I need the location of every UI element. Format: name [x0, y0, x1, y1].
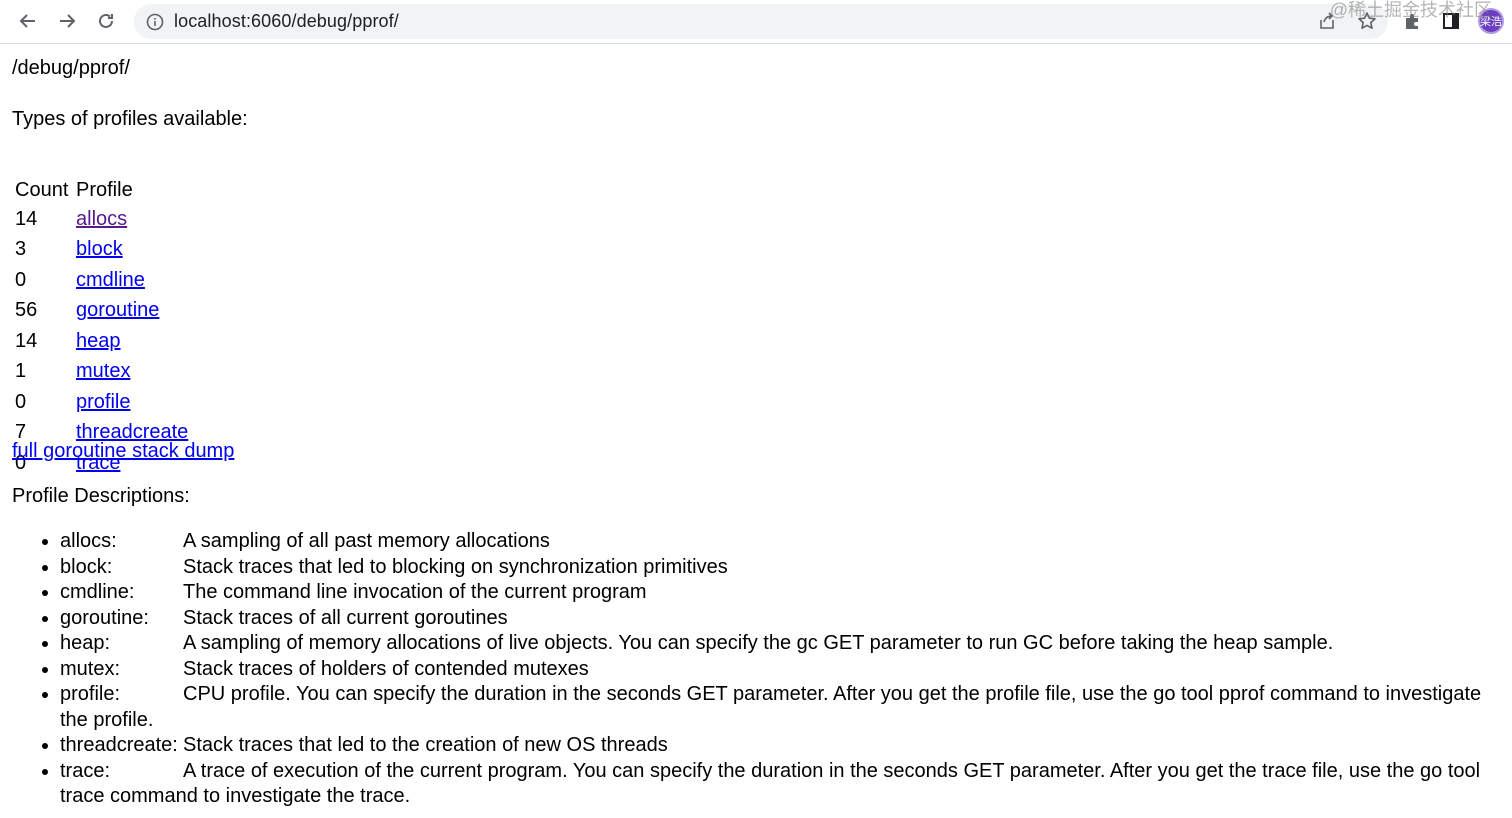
profile-link-cmdline[interactable]: cmdline: [76, 269, 145, 291]
list-item: cmdline: The command line invocation of t…: [60, 580, 1510, 606]
table-row: 0 cmdline: [12, 265, 191, 296]
profile-link-block[interactable]: block: [76, 238, 123, 260]
back-button[interactable]: [14, 7, 42, 35]
arrow-left-icon: [19, 14, 35, 28]
profile-count: 0: [15, 268, 27, 291]
description-text: A sampling of memory allocations of live…: [183, 632, 1334, 654]
browser-toolbar: localhost:6060/debug/pprof/ 梁浩: [0, 0, 1512, 44]
table-row: 1 mutex: [12, 357, 191, 388]
description-term: allocs:: [60, 530, 117, 552]
profile-link-profile[interactable]: profile: [76, 391, 130, 413]
list-item: heap: A sampling of memory allocations of…: [60, 631, 1510, 657]
profile-count: 14: [15, 207, 38, 230]
table-row: 3 block: [12, 235, 191, 266]
reload-button[interactable]: [92, 7, 120, 35]
description-text: A trace of execution of the current prog…: [60, 759, 1481, 808]
description-text: CPU profile. You can specify the duratio…: [60, 683, 1482, 731]
description-text: Stack traces that led to the creation of…: [183, 734, 668, 756]
description-term: mutex:: [60, 657, 121, 680]
site-info-icon[interactable]: [146, 13, 164, 31]
list-item: trace:A trace of execution of the curren…: [60, 759, 1510, 810]
reload-icon: [99, 13, 113, 28]
table-row: 14 heap: [12, 326, 191, 357]
profile-link-mutex[interactable]: mutex: [76, 360, 130, 382]
description-text: A sampling of all past memory allocation…: [183, 530, 550, 552]
header-profile: Profile: [76, 179, 133, 201]
page-path: /debug/pprof/: [12, 57, 130, 79]
full-goroutine-dump-link[interactable]: full goroutine stack dump: [12, 440, 234, 463]
forward-button[interactable]: [53, 7, 81, 35]
description-term: heap:: [60, 632, 111, 654]
table-header-row: Count Profile: [12, 177, 191, 204]
description-term: threadcreate:: [60, 734, 178, 756]
description-text: Stack traces of all current goroutines: [183, 606, 508, 629]
description-term: goroutine:: [60, 606, 149, 629]
profile-link-allocs[interactable]: allocs: [76, 208, 127, 230]
profile-count: 0: [15, 390, 27, 413]
description-term: block:: [60, 555, 113, 578]
profile-count: 1: [15, 360, 27, 383]
profile-count: 3: [15, 238, 27, 261]
address-bar[interactable]: localhost:6060/debug/pprof/: [134, 4, 1388, 39]
list-item: profile:CPU profile. You can specify the…: [60, 682, 1510, 733]
description-term: profile:: [60, 683, 121, 705]
description-text: Stack traces that led to blocking on syn…: [183, 555, 728, 578]
table-row: 0 profile: [12, 387, 191, 418]
url-text[interactable]: localhost:6060/debug/pprof/: [174, 11, 399, 32]
profiles-table: Count Profile 14 allocs 3 block 0 cmdline 5…: [12, 177, 191, 479]
list-item: mutex: Stack traces of holders of contend…: [60, 657, 1510, 683]
list-item: block: Stack traces that led to blocking …: [60, 555, 1510, 581]
description-text: The command line invocation of the curre…: [183, 581, 647, 603]
watermark: @稀土掘金技术社区: [1329, 0, 1492, 20]
table-row: 56 goroutine: [12, 296, 191, 327]
list-item: threadcreate:Stack traces that led to th…: [60, 733, 1510, 759]
profile-link-goroutine[interactable]: goroutine: [76, 299, 159, 321]
profile-link-heap[interactable]: heap: [76, 330, 121, 352]
types-label: Types of profiles available:: [12, 108, 248, 130]
header-count: Count: [15, 179, 69, 201]
list-item: goroutine: Stack traces of all current go…: [60, 606, 1510, 632]
description-term: cmdline:: [60, 581, 135, 603]
profile-count: 14: [15, 329, 38, 352]
arrow-right-icon: [60, 14, 76, 28]
list-item: allocs: A sampling of all past memory all…: [60, 529, 1510, 555]
description-text: Stack traces of holders of contended mut…: [183, 657, 589, 680]
description-term: trace:: [60, 759, 111, 782]
table-row: 14 allocs: [12, 204, 191, 235]
profile-count: 56: [15, 299, 38, 322]
descriptions-list: allocs: A sampling of all past memory all…: [12, 529, 1510, 810]
descriptions-label: Profile Descriptions:: [12, 485, 190, 507]
